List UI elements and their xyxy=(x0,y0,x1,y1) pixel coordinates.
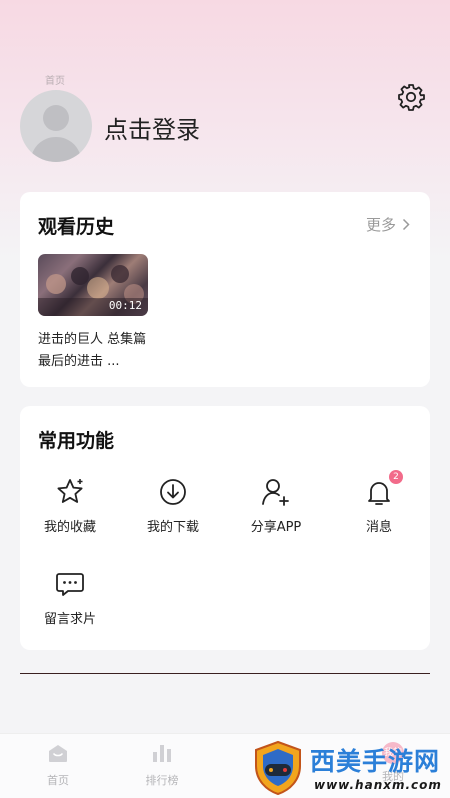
messages-label: 消息 xyxy=(365,520,392,535)
video-title[interactable]: 进击的巨人 总集篇 最后的进击 ... xyxy=(38,329,156,373)
login-link[interactable]: 点击登录 xyxy=(104,110,200,145)
watermark-logo-icon xyxy=(255,740,301,796)
history-more-link[interactable]: 更多 xyxy=(366,214,410,235)
video-duration: 00:12 xyxy=(108,299,142,312)
share-app-label: 分享APP xyxy=(250,520,302,535)
site-watermark: 西美手游网 www.hanxm.com xyxy=(250,738,450,797)
star-icon xyxy=(57,479,83,503)
tab-home[interactable]: 首页 xyxy=(18,742,98,788)
favorites-button[interactable]: 我的收藏 xyxy=(20,476,120,535)
section-divider xyxy=(20,673,430,674)
ranking-icon xyxy=(153,745,171,762)
tab-ranking[interactable]: 排行榜 xyxy=(122,742,202,788)
watermark-title: 西美手游网 xyxy=(310,747,441,776)
watermark-url: www.hanxm.com xyxy=(314,778,442,792)
functions-title: 常用功能 xyxy=(38,430,115,452)
background-home-label: 首页 xyxy=(45,76,65,87)
message-count-badge: 2 xyxy=(389,470,403,484)
gear-icon xyxy=(398,84,425,111)
download-icon xyxy=(160,479,186,505)
request-video-label: 留言求片 xyxy=(43,612,96,627)
downloads-label: 我的下载 xyxy=(146,520,199,535)
add-user-icon xyxy=(262,479,289,506)
tab-ranking-label: 排行榜 xyxy=(145,774,179,787)
share-app-button[interactable]: 分享APP xyxy=(226,476,326,535)
settings-button[interactable] xyxy=(396,82,426,112)
more-label: 更多 xyxy=(365,216,396,234)
avatar[interactable] xyxy=(20,90,92,162)
watch-history-card: 观看历史 更多 00:12 进击的巨人 总集篇 最后的进击 ... xyxy=(20,192,430,387)
common-functions-card: 常用功能 我的收藏 我的下载 分享APP 2 消息 留言求片 xyxy=(20,406,430,650)
home-icon xyxy=(49,745,67,762)
tab-home-label: 首页 xyxy=(47,774,69,787)
message-icon xyxy=(56,573,84,596)
video-thumbnail[interactable]: 00:12 xyxy=(38,254,148,316)
request-video-button[interactable]: 留言求片 xyxy=(20,568,120,627)
history-title: 观看历史 xyxy=(38,216,115,238)
downloads-button[interactable]: 我的下载 xyxy=(123,476,223,535)
favorites-label: 我的收藏 xyxy=(43,520,96,535)
default-avatar-icon xyxy=(30,105,82,162)
messages-button[interactable]: 2 消息 xyxy=(329,470,429,535)
chevron-right-icon xyxy=(402,218,410,231)
